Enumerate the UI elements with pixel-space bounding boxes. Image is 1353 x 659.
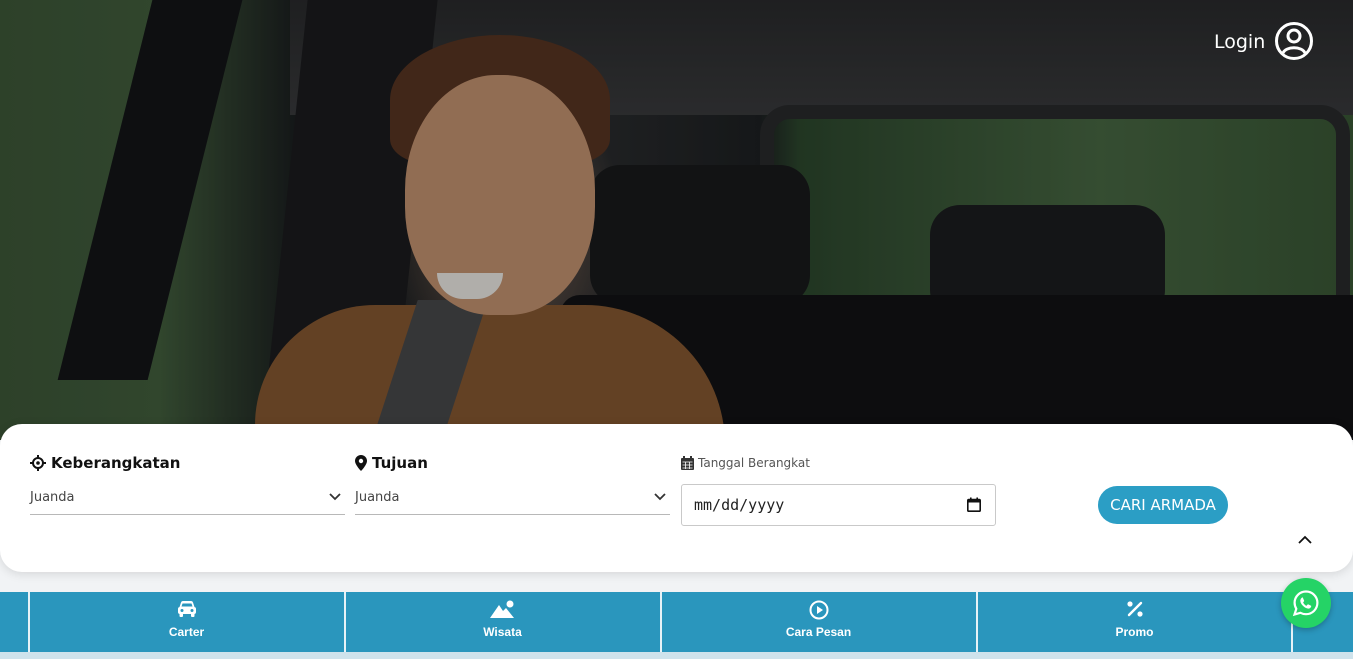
destination-label-text: Tujuan xyxy=(372,454,428,472)
percent-icon xyxy=(1126,601,1143,617)
mountain-icon xyxy=(489,600,514,618)
search-armada-button[interactable]: CARI ARMADA xyxy=(1098,486,1228,524)
departure-label-text: Keberangkatan xyxy=(51,454,181,472)
search-panel: Keberangkatan Juanda Tujuan Juanda Tangg… xyxy=(0,424,1353,572)
destination-select[interactable]: Juanda xyxy=(355,484,670,515)
nav-item-carter[interactable]: Carter xyxy=(28,592,343,652)
nav-item-wisata[interactable]: Wisata xyxy=(344,592,659,652)
calendar-picker-icon[interactable] xyxy=(967,497,981,512)
bottom-strip xyxy=(0,652,1353,659)
destination-label: Tujuan xyxy=(355,454,428,472)
departure-select[interactable]: Juanda xyxy=(30,484,345,515)
date-input[interactable]: mm/dd/yyyy xyxy=(681,484,996,526)
date-placeholder: mm/dd/yyyy xyxy=(694,496,785,514)
whatsapp-button[interactable] xyxy=(1281,578,1331,628)
nav-label: Cara Pesan xyxy=(785,625,852,639)
map-pin-icon xyxy=(355,455,367,471)
play-circle-icon xyxy=(809,600,828,620)
whatsapp-icon xyxy=(1292,590,1319,617)
calendar-icon xyxy=(681,456,694,470)
account-circle-icon[interactable] xyxy=(1274,21,1314,61)
chevron-up-icon[interactable] xyxy=(1297,532,1313,548)
chevron-down-icon xyxy=(654,493,666,501)
hero-image xyxy=(0,0,1353,440)
crosshair-icon xyxy=(30,455,46,471)
bottom-nav: Carter Wisata Cara Pesan Promo xyxy=(0,592,1353,652)
departure-value: Juanda xyxy=(30,490,75,505)
nav-label: Carter xyxy=(168,625,205,639)
nav-label: Promo xyxy=(1115,625,1154,639)
login-link[interactable]: Login xyxy=(1214,31,1265,53)
nav-label: Wisata xyxy=(483,625,522,639)
chevron-down-icon xyxy=(329,493,341,501)
date-label-text: Tanggal Berangkat xyxy=(698,456,810,470)
nav-item-promo[interactable]: Promo xyxy=(976,592,1293,652)
car-icon xyxy=(177,601,196,617)
nav-item-cara-pesan[interactable]: Cara Pesan xyxy=(660,592,975,652)
date-label: Tanggal Berangkat xyxy=(681,456,810,470)
destination-value: Juanda xyxy=(355,490,400,505)
departure-label: Keberangkatan xyxy=(30,454,180,472)
